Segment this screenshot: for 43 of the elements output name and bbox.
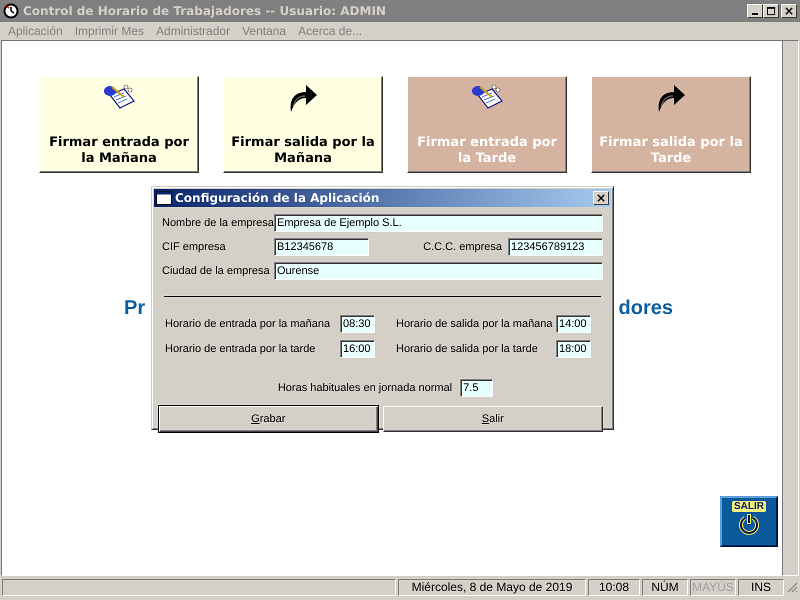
field-label: Horas habituales en jornada normal	[278, 382, 452, 394]
window-icon	[156, 191, 172, 205]
input-field[interactable]: 08:30	[340, 315, 375, 333]
exit-button[interactable]: SALIR	[720, 496, 778, 547]
input-field[interactable]: 18:00	[556, 340, 591, 358]
input-field[interactable]: 16:00	[340, 340, 375, 358]
maximize-icon	[766, 6, 776, 16]
field-label: Ciudad de la empresa	[162, 265, 271, 277]
close-button[interactable]	[781, 4, 797, 18]
close-button[interactable]	[593, 191, 609, 205]
input-field[interactable]: 14:00	[556, 315, 591, 333]
field-label: Horario de entrada por la mañana	[165, 318, 332, 330]
sign-button[interactable]: Firmar salida por la Mañana	[223, 76, 383, 173]
status-time: 10:08	[588, 578, 640, 596]
status-indicator: NÚM	[642, 578, 688, 596]
close-icon	[784, 6, 794, 16]
clock-icon	[3, 3, 19, 19]
dialog-title: Configuración de la Aplicación	[175, 191, 380, 205]
field-label: C.C.C. empresa	[423, 241, 502, 253]
input-field[interactable]: B12345678	[274, 238, 369, 256]
heading-text: Pr	[124, 297, 146, 320]
heading-text: dores	[618, 297, 673, 320]
resize-grip-icon	[786, 581, 798, 593]
power-icon	[738, 513, 760, 535]
status-indicator: INS	[738, 578, 784, 596]
minimize-icon	[752, 13, 758, 15]
dialog-button[interactable]: Grabar	[159, 406, 378, 432]
close-icon	[596, 194, 606, 202]
input-field[interactable]: Ourense	[274, 262, 603, 280]
window-title: Control de Horario de Trabajadores -- Usuario: ADMIN	[23, 4, 387, 18]
sign-button[interactable]: Firmar entrada por la Mañana	[39, 76, 199, 173]
minimize-button[interactable]	[747, 4, 763, 18]
field-label: Horario de entrada por la tarde	[165, 343, 316, 355]
status-date: Miércoles, 8 de Mayo de 2019	[398, 578, 586, 596]
input-field[interactable]: Empresa de Ejemplo S.L.	[274, 214, 603, 232]
input-field[interactable]: 7.5	[460, 379, 494, 397]
field-label: Horario de salida por la mañana	[396, 318, 554, 330]
dialog-button[interactable]: Salir	[382, 406, 603, 432]
field-label: Horario de salida por la tarde	[396, 343, 539, 355]
maximize-button[interactable]	[763, 4, 779, 18]
field-label: Nombre de la empresa	[162, 217, 274, 229]
input-field[interactable]: 123456789123	[508, 238, 603, 256]
field-label: CIF empresa	[162, 241, 227, 253]
